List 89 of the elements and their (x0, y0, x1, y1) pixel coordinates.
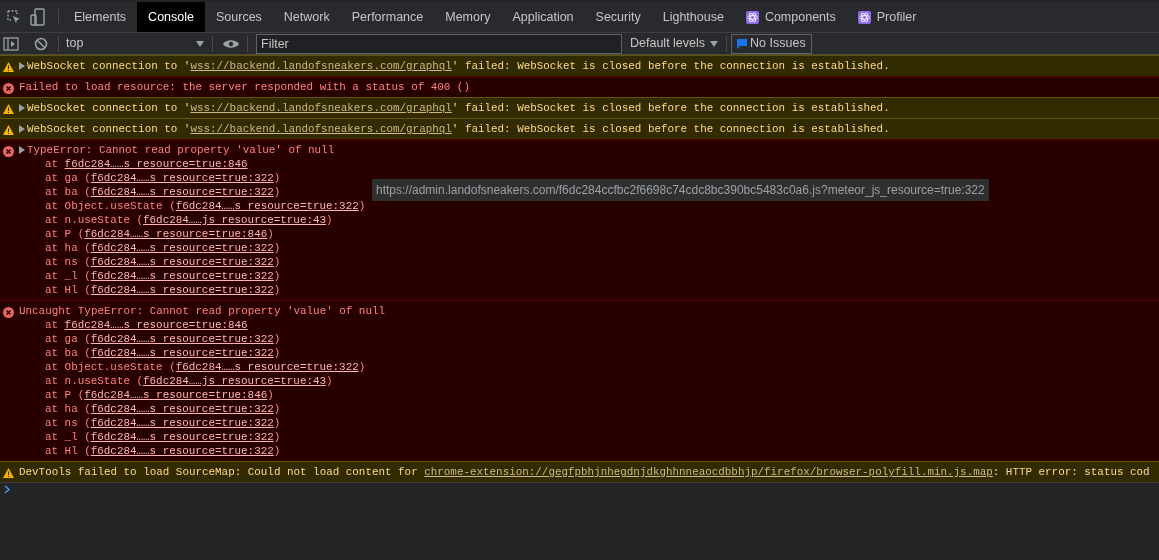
message-text: TypeError: Cannot read property 'value' of null (27, 143, 335, 157)
dropdown-arrow-icon (196, 40, 204, 47)
warning-icon (3, 62, 14, 73)
message-text: DevTools failed to load SourceMap: Could not load content for chrome-extension://gegfpbhjnhegdnjdkghhnneaocdbbhjp/firefox/browser-polyfill.min.js.map: HTTP error: status cod (19, 465, 1150, 479)
error-icon (3, 307, 14, 318)
error-icon (3, 146, 14, 157)
message-text: at P (f6dc284……s resource=true:846) (45, 228, 274, 240)
context-dropdown[interactable]: top (64, 34, 204, 53)
message-text: at ba (f6dc284……s resource=true:322) (45, 347, 281, 359)
atom-icon (857, 10, 871, 24)
message-text: at ns (f6dc284……s resource=true:322) (45, 417, 281, 429)
message-text: at n.useState (f6dc284……js resource=true:43) (45, 214, 333, 226)
warning-icon (3, 468, 14, 479)
panel-tab[interactable]: Profiler (846, 2, 928, 32)
message-text: Uncaught TypeError: Cannot read property 'value' of null (19, 304, 385, 318)
message-text: at ns (f6dc284……s resource=true:322) (45, 256, 281, 268)
message-text: at Hl (f6dc284……s resource=true:322) (45, 445, 281, 457)
expand-arrow-icon[interactable] (19, 104, 25, 112)
source-link[interactable]: f6dc284……s resource=true:846 (64, 319, 248, 331)
message-text: at P (f6dc284……s resource=true:846) (45, 389, 274, 401)
source-link[interactable]: f6dc284……s resource=true:322 (175, 200, 359, 212)
filter-field[interactable]: Filter (256, 33, 622, 54)
message-text: Failed to load resource: the server responded with a status of 400 () (19, 80, 470, 94)
message-text: at Hl (f6dc284……s resource=true:322) (45, 284, 281, 296)
panel-tab[interactable]: Sources (205, 2, 273, 32)
source-link[interactable]: f6dc284……s resource=true:322 (90, 256, 274, 268)
message-icon (737, 38, 748, 49)
source-link[interactable]: wss://backend.landofsneakers.com/graphql (190, 123, 452, 135)
issues-button[interactable]: No Issues (731, 33, 812, 54)
source-link[interactable]: f6dc284……s resource=true:322 (90, 403, 274, 415)
message-text: WebSocket connection to 'wss://backend.landofsneakers.com/graphql' failed: WebSocket is closed before the connection is established. (27, 122, 890, 136)
expand-arrow-icon[interactable] (19, 146, 25, 154)
source-link[interactable]: wss://backend.landofsneakers.com/graphql (190, 102, 452, 114)
panel-tab[interactable]: Security (584, 2, 652, 32)
panel-tab[interactable]: Elements (63, 2, 138, 32)
message-text: at _l (f6dc284……s resource=true:322) (45, 431, 281, 443)
source-link[interactable]: f6dc284……s resource=true:322 (90, 431, 274, 443)
expand-arrow-icon[interactable] (19, 62, 25, 70)
panel-tab[interactable]: Application (501, 2, 585, 32)
expand-arrow-icon[interactable] (19, 125, 25, 133)
panel-tab[interactable]: Performance (340, 2, 435, 32)
source-link[interactable]: chrome-extension://gegfpbhjnhegdnjdkghhnneaocdbbhjp/firefox/browser-polyfill.min.js.map (424, 466, 993, 478)
source-link[interactable]: f6dc284……s resource=true:846 (84, 389, 268, 401)
source-link[interactable]: f6dc284……js resource=true:43 (143, 214, 327, 226)
warning-icon (3, 104, 14, 115)
inspect-icon[interactable] (6, 9, 22, 25)
device-icon[interactable] (30, 8, 46, 26)
sidebar-toggle-icon[interactable] (3, 36, 19, 51)
source-link[interactable]: f6dc284……s resource=true:322 (90, 417, 274, 429)
source-link[interactable]: f6dc284……s resource=true:846 (64, 158, 248, 170)
message-text: at ha (f6dc284……s resource=true:322) (45, 403, 281, 415)
source-link[interactable]: f6dc284……s resource=true:322 (90, 445, 274, 457)
source-link[interactable]: f6dc284……js resource=true:43 (143, 375, 327, 387)
panel-tab[interactable]: Console (137, 2, 205, 32)
error-icon (3, 83, 14, 94)
source-link[interactable]: f6dc284……s resource=true:322 (90, 333, 274, 345)
message-text: at Object.useState (f6dc284……s resource=true:322) (45, 361, 366, 373)
link-tooltip: https://admin.landofsneakers.com/f6dc284ccfbc2f6698c74cdc8bc390bc5483c0a6.js?meteor_js_resource=true:322 (372, 179, 989, 201)
message-text: at ba (f6dc284……s resource=true:322) (45, 186, 281, 198)
source-link[interactable]: f6dc284……s resource=true:322 (175, 361, 359, 373)
atom-icon (745, 10, 759, 24)
source-link[interactable]: wss://backend.landofsneakers.com/graphql (190, 60, 452, 72)
dropdown-arrow-icon (710, 40, 719, 47)
warning-icon (3, 125, 14, 136)
source-link[interactable]: f6dc284……s resource=true:322 (90, 284, 274, 296)
eye-icon[interactable] (223, 38, 239, 49)
panel-tab[interactable]: Lighthouse (651, 2, 735, 32)
prompt-icon[interactable] (4, 485, 11, 494)
source-link[interactable]: f6dc284……s resource=true:322 (90, 242, 274, 254)
panel-tab[interactable]: Network (272, 2, 341, 32)
clear-icon[interactable] (34, 36, 48, 51)
source-link[interactable]: f6dc284……s resource=true:846 (84, 228, 268, 240)
source-link[interactable]: f6dc284……s resource=true:322 (90, 172, 274, 184)
message-text: at f6dc284……s resource=true:846 (45, 158, 248, 170)
panel-tab[interactable]: Memory (434, 2, 502, 32)
message-text: WebSocket connection to 'wss://backend.landofsneakers.com/graphql' failed: WebSocket is closed before the connection is established. (27, 101, 890, 115)
source-link[interactable]: f6dc284……s resource=true:322 (90, 347, 274, 359)
message-text: at ga (f6dc284……s resource=true:322) (45, 172, 281, 184)
levels-dropdown[interactable]: Default levels (630, 34, 719, 53)
message-text: WebSocket connection to 'wss://backend.landofsneakers.com/graphql' failed: WebSocket is closed before the connection is established. (27, 59, 890, 73)
message-text: at f6dc284……s resource=true:846 (45, 319, 248, 331)
message-text: at ga (f6dc284……s resource=true:322) (45, 333, 281, 345)
message-text: at n.useState (f6dc284……js resource=true:43) (45, 375, 333, 387)
message-text: at Object.useState (f6dc284……s resource=true:322) (45, 200, 366, 212)
panel-tab[interactable]: Components (734, 2, 847, 32)
source-link[interactable]: f6dc284……s resource=true:322 (90, 270, 274, 282)
source-link[interactable]: f6dc284……s resource=true:322 (90, 186, 274, 198)
message-text: at ha (f6dc284……s resource=true:322) (45, 242, 281, 254)
message-text: at _l (f6dc284……s resource=true:322) (45, 270, 281, 282)
